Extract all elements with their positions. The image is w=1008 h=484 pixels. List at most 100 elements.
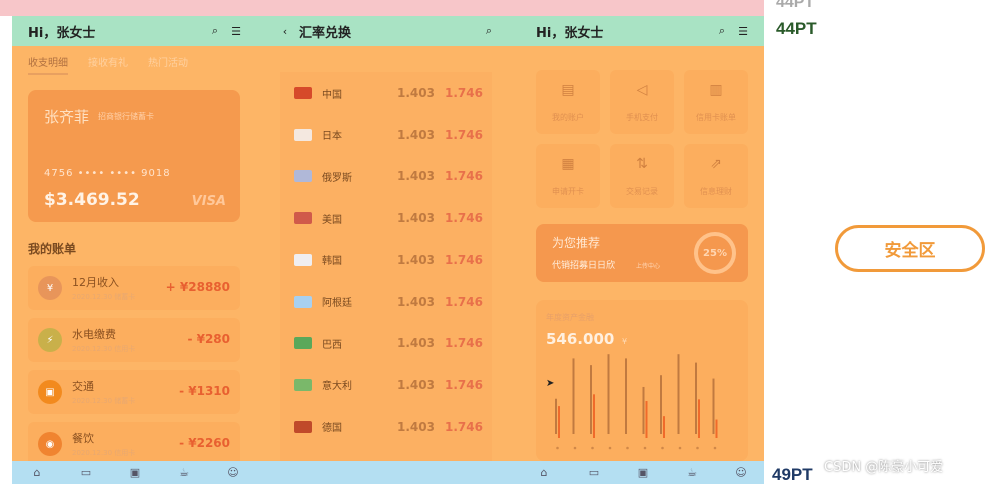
axis-dot: [713, 446, 717, 450]
feature-tile[interactable]: ⇗ 信息理财: [684, 144, 748, 208]
asset-chart-card: 年度资产金融 546.000 ¥: [536, 300, 748, 461]
table-row[interactable]: 美国 1.403 1.746: [280, 197, 492, 239]
country-name: 巴西: [322, 339, 342, 351]
search-icon[interactable]: ⌕: [715, 24, 729, 38]
user-icon[interactable]: ☺: [734, 465, 748, 479]
search-icon[interactable]: ⌕: [208, 24, 222, 38]
table-row[interactable]: 德国 1.403 1.746: [280, 406, 492, 448]
feature-tile[interactable]: ▥ 信用卡账单: [684, 70, 748, 134]
sell-rate: 1.746: [445, 169, 483, 184]
list-item[interactable]: ◉ 餐饮 2020.12.30 信用卡 - ¥2260: [28, 422, 240, 461]
bill-date: 2020.12.30 信用卡: [72, 449, 136, 457]
bill-title: 餐饮: [72, 432, 94, 445]
user-icon[interactable]: ☺: [226, 465, 240, 479]
feature-tile[interactable]: ▦ 申请开卡: [536, 144, 600, 208]
flag-icon: [294, 378, 312, 391]
card-icon[interactable]: ▣: [636, 465, 650, 479]
cup-icon[interactable]: ☕: [685, 465, 699, 479]
flag-icon: [294, 87, 312, 99]
bill-date: 2020.12.30 信用卡: [72, 345, 136, 353]
list-item[interactable]: ▣ 交通 2020.12.30 储蓄卡 - ¥1310: [28, 370, 240, 414]
tab-events[interactable]: 热门活动: [148, 54, 188, 75]
flag-icon: [294, 212, 312, 225]
wallet-icon[interactable]: ▭: [587, 465, 601, 479]
status-bar-height-label: 44PT: [776, 19, 817, 38]
feature-tile[interactable]: ⇅ 交易记录: [610, 144, 674, 208]
buy-rate: 1.403: [397, 336, 435, 351]
tile-icon: ⇅: [636, 156, 648, 172]
promo-card[interactable]: 为您推荐 代销招募日日欣 上传中心 25%: [536, 224, 748, 282]
buy-rate: 1.403: [397, 294, 435, 309]
buy-rate: 1.403: [397, 127, 435, 142]
axis-dot: [696, 446, 699, 450]
promo-title: 为您推荐: [552, 236, 601, 250]
screen2-title: 汇率兑换: [299, 25, 352, 41]
axis-dot: [678, 446, 682, 450]
menu-icon[interactable]: ☰: [229, 24, 243, 38]
axis-dot: [573, 446, 577, 450]
flag-icon: [294, 337, 312, 350]
table-row[interactable]: 中国 1.403 1.746: [280, 72, 492, 114]
list-item[interactable]: ¥12月收入 2020.12.30 储蓄卡 + ¥28880: [28, 266, 240, 310]
menu-icon[interactable]: ☰: [736, 24, 750, 38]
wallet-icon[interactable]: ▭: [79, 465, 93, 479]
table-row[interactable]: 意大利 1.403 1.746: [280, 364, 492, 406]
back-icon[interactable]: ‹: [278, 24, 292, 38]
flag-icon: [294, 295, 312, 308]
table-row[interactable]: 俄罗斯 1.403 1.746: [280, 155, 492, 197]
table-row[interactable]: 韩国 1.403 1.746: [280, 239, 492, 281]
sell-rate: 1.746: [445, 419, 483, 434]
table-row[interactable]: 泰国1.4031.746: [280, 447, 492, 461]
axis-dot: [626, 446, 629, 450]
sell-rate: 1.746: [445, 211, 483, 226]
sell-rate: 1.746: [445, 127, 483, 142]
tile-icon: ▥: [709, 82, 723, 98]
tab-income[interactable]: 收支明细: [28, 54, 68, 75]
feature-tile[interactable]: ◁ 手机支付: [610, 70, 674, 134]
progress-ring: 25%: [694, 232, 736, 274]
buy-rate: 1.403: [397, 169, 435, 184]
search-icon[interactable]: ⌕: [482, 24, 496, 38]
list-item[interactable]: ⚡ 水电缴费 2020.12.30 信用卡 - ¥280: [28, 318, 240, 362]
tile-label: 手机支付: [626, 113, 658, 122]
flag-icon: [294, 128, 312, 141]
screen3-greeting: Hi，张女士: [536, 25, 604, 41]
tab-gift[interactable]: 接收有礼: [88, 54, 128, 75]
tile-icon: ▤: [561, 82, 575, 98]
screen3-content: ▤ 我的账户 ◁ 手机支付 ▥ 信用卡账单 ▦ 申请开卡 ⇅ 交易记录 ⇗ 信息理财 为您推荐 代销招…: [520, 46, 764, 461]
sell-rate: 1.746: [445, 252, 483, 267]
table-row[interactable]: 阿根廷 1.403 1.746: [280, 281, 492, 323]
axis-dot: [591, 446, 594, 450]
feature-tile[interactable]: ▤ 我的账户: [536, 70, 600, 134]
tile-label: 信息理财: [700, 187, 732, 196]
bill-title: 水电缴费: [72, 328, 116, 341]
cup-icon[interactable]: ☕: [177, 465, 191, 479]
tile-label: 我的账户: [552, 113, 584, 122]
sell-rate: 1.746: [445, 336, 483, 351]
sell-rate: 1.746: [445, 377, 483, 392]
flag-icon: [294, 420, 312, 433]
table-row[interactable]: 巴西 1.403 1.746: [280, 322, 492, 364]
card-icon[interactable]: ▣: [128, 465, 142, 479]
screen1-tabs: 收支明细 接收有礼 热门活动: [28, 54, 188, 75]
bill-amount: - ¥2260: [179, 436, 230, 450]
bill-icon: ◉: [38, 432, 62, 456]
tile-icon: ⇗: [710, 156, 722, 172]
table-row[interactable]: 日本 1.403 1.746: [280, 114, 492, 156]
tab-bar: ⌂ ▭ ▣ ☕ ☺ ⌂ ▭ ▣ ☕ ☺: [12, 461, 764, 484]
tab-bar-height-label: 49PT: [772, 465, 813, 484]
bank-card[interactable]: 张齐菲 招商银行储蓄卡 4756 •••• •••• 9018 $3.469.5…: [28, 90, 240, 222]
home-icon[interactable]: ⌂: [537, 465, 551, 479]
bill-amount: + ¥28880: [165, 280, 230, 294]
axis-dot: [661, 446, 664, 450]
status-bar: Hi，张女士 ⌕ ☰ ‹ 汇率兑换 ⌕ Hi，张女士 ⌕ ☰: [12, 16, 764, 46]
home-icon[interactable]: ⌂: [30, 465, 44, 479]
tile-label: 交易记录: [626, 187, 658, 196]
axis-dot: [643, 446, 647, 450]
flag-icon: [294, 170, 312, 183]
tile-label: 信用卡账单: [696, 113, 736, 122]
country-name: 俄罗斯: [322, 172, 352, 184]
top-gray-label: 44PT: [776, 0, 815, 11]
country-name: 德国: [322, 423, 342, 435]
visa-logo: VISA: [191, 194, 226, 209]
